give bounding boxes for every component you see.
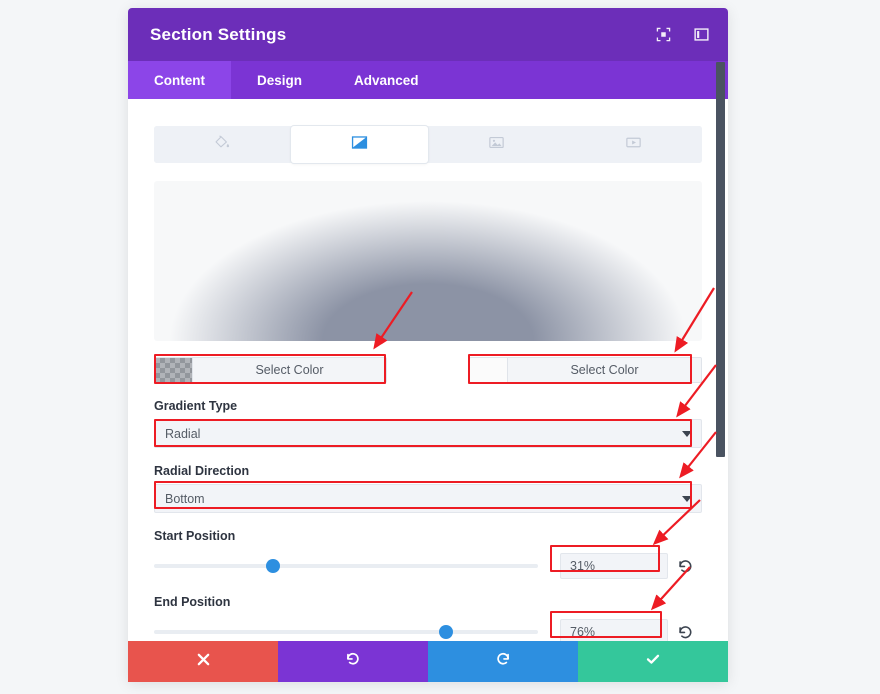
radial-direction-label: Radial Direction [154,464,250,478]
gradient-start-color-field: Select Color [154,357,387,383]
close-x-icon [196,652,211,672]
section-settings-modal: Section Settings Content Design Advanced… [128,8,728,682]
tab-content[interactable]: Content [128,61,231,99]
focus-target-icon[interactable] [652,24,674,46]
select-color-end-button[interactable]: Select Color [469,357,702,383]
gradient-type-group: Gradient Type Radial [154,399,702,448]
gradient-type-value: Radial [165,426,201,441]
background-color-button[interactable] [154,126,291,163]
checkmark-icon [645,651,661,672]
start-position-knob[interactable] [266,559,281,573]
gradient-type-select[interactable]: Radial [154,419,702,448]
start-position-slider[interactable] [154,558,538,574]
end-position-group: End Position [154,595,702,641]
radial-direction-select[interactable]: Bottom [154,484,702,513]
image-icon [488,134,505,156]
tab-design[interactable]: Design [231,61,328,99]
radial-direction-value: Bottom [165,491,205,506]
end-position-knob[interactable] [438,625,453,639]
modal-footer [128,641,728,682]
start-position-input[interactable] [560,553,668,579]
gradient-color-row: Select Color Select Color [154,357,702,383]
page-title: Section Settings [150,24,287,44]
start-position-track [154,564,538,568]
tab-bar: Content Design Advanced [128,61,728,99]
redo-button[interactable] [428,641,578,682]
select-color-start-button[interactable]: Select Color [154,357,387,383]
gradient-type-label: Gradient Type [154,399,238,413]
modal-header: Section Settings [128,8,728,61]
end-position-track [154,630,538,634]
start-position-value-field [560,553,668,579]
modal-scrollbar-thumb[interactable] [716,62,725,457]
end-position-reset-icon[interactable] [668,624,702,641]
background-type-group [154,126,702,163]
header-actions [652,8,712,61]
end-position-label: End Position [154,595,231,609]
background-video-button[interactable] [565,126,702,163]
radial-direction-group: Radial Direction Bottom [154,464,702,513]
start-position-reset-icon[interactable] [668,558,702,575]
save-button[interactable] [578,641,728,682]
background-gradient-button[interactable] [291,126,428,163]
color-swatch-end [470,358,508,382]
select-color-end-label: Select Color [508,358,701,382]
undo-button[interactable] [278,641,428,682]
modal-body: Select Color Select Color Gradient Type … [128,99,728,641]
gradient-end-color-field: Select Color [469,357,702,383]
chevron-down-icon [682,430,692,437]
video-icon [625,134,642,156]
chevron-down-icon [682,495,692,502]
end-position-input[interactable] [560,619,668,641]
cancel-button[interactable] [128,641,278,682]
clipped-text [178,99,181,105]
clipped-section-label [154,99,702,108]
end-position-slider[interactable] [154,624,538,640]
start-position-group: Start Position [154,529,702,579]
select-color-start-label: Select Color [193,358,386,382]
undo-arrow-icon [345,651,361,672]
modal-scrollbar[interactable] [716,62,725,634]
layout-panel-icon[interactable] [690,24,712,46]
start-position-label: Start Position [154,529,236,543]
gradient-preview [154,181,702,341]
paint-bucket-icon [214,134,231,156]
redo-arrow-icon [495,651,511,672]
tab-advanced[interactable]: Advanced [328,61,445,99]
background-image-button[interactable] [428,126,565,163]
end-position-value-field [560,619,668,641]
gradient-icon [350,133,369,157]
color-swatch-start [155,358,193,382]
